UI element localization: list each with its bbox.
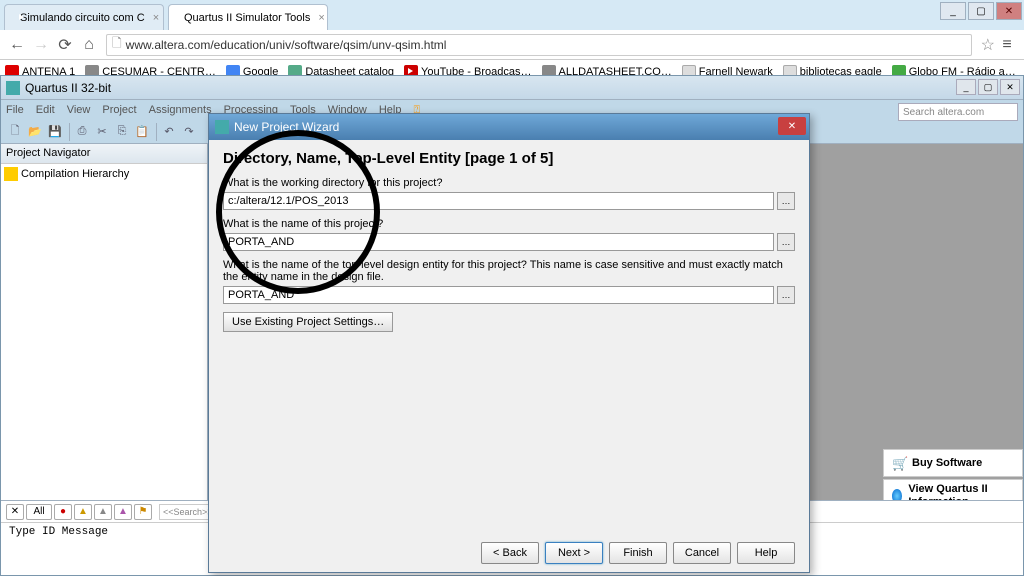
browser-tab-youtube[interactable]: Simulando circuito com C × bbox=[4, 4, 164, 30]
browser-tabstrip: Simulando circuito com C × Quartus II Si… bbox=[0, 0, 1024, 30]
menu-edit[interactable]: Edit bbox=[36, 104, 55, 116]
separator bbox=[156, 123, 157, 141]
use-existing-settings-button[interactable]: Use Existing Project Settings… bbox=[223, 312, 393, 332]
cancel-button[interactable]: Cancel bbox=[673, 542, 731, 564]
quartus-window-controls: _ ▢ ✕ bbox=[954, 79, 1020, 95]
working-directory-input[interactable] bbox=[223, 192, 774, 210]
info-filter-icon[interactable]: ▲ bbox=[94, 504, 112, 520]
minimize-button[interactable]: _ bbox=[956, 79, 976, 95]
print-icon[interactable]: ⎙ bbox=[73, 123, 91, 141]
wizard-icon bbox=[215, 120, 229, 134]
project-tree[interactable]: Compilation Hierarchy bbox=[1, 164, 207, 555]
browser-tab-quartus[interactable]: Quartus II Simulator Tools × bbox=[168, 4, 328, 30]
help-button[interactable]: Help bbox=[737, 542, 795, 564]
window-title: Quartus II 32-bit bbox=[25, 81, 111, 95]
maximize-button[interactable]: ▢ bbox=[968, 2, 994, 20]
browse-button[interactable]: … bbox=[777, 286, 795, 304]
cut-icon[interactable]: ✂ bbox=[93, 123, 111, 141]
buy-software-button[interactable]: 🛒Buy Software bbox=[883, 449, 1023, 477]
close-button[interactable]: ✕ bbox=[1000, 79, 1020, 95]
back-button[interactable]: ← bbox=[5, 33, 29, 57]
url-input[interactable]: 🗋 www.altera.com/education/univ/software… bbox=[106, 34, 972, 56]
quartus-icon bbox=[6, 81, 20, 95]
working-directory-label: What is the working directory for this p… bbox=[223, 177, 795, 189]
quartus-titlebar: Quartus II 32-bit _ ▢ ✕ bbox=[1, 76, 1023, 100]
filter-icon[interactable]: ▲ bbox=[114, 504, 132, 520]
finish-button[interactable]: Finish bbox=[609, 542, 667, 564]
cart-icon: 🛒 bbox=[892, 456, 906, 470]
project-name-input[interactable] bbox=[223, 233, 774, 251]
warning-filter-icon[interactable]: ▲ bbox=[74, 504, 92, 520]
wizard-footer: < Back Next > Finish Cancel Help bbox=[481, 542, 795, 564]
filter-all-button[interactable]: All bbox=[26, 504, 52, 520]
undo-icon[interactable]: ↶ bbox=[160, 123, 178, 141]
close-button[interactable]: ✕ bbox=[778, 117, 806, 135]
wizard-body: Directory, Name, Top-Level Entity [page … bbox=[209, 140, 809, 342]
close-icon[interactable]: × bbox=[318, 12, 324, 24]
new-project-wizard-dialog: New Project Wizard ✕ Directory, Name, To… bbox=[208, 113, 810, 573]
close-icon[interactable]: × bbox=[153, 12, 159, 24]
address-bar: ← → ⟳ ⌂ 🗋 www.altera.com/education/univ/… bbox=[0, 30, 1024, 60]
close-button[interactable]: ✕ bbox=[996, 2, 1022, 20]
menu-file[interactable]: File bbox=[6, 104, 24, 116]
menu-view[interactable]: View bbox=[67, 104, 91, 116]
close-icon[interactable]: ✕ bbox=[6, 504, 24, 520]
forward-button: → bbox=[29, 33, 53, 57]
menu-assignments[interactable]: Assignments bbox=[149, 104, 212, 116]
page-icon: 🗋 bbox=[112, 34, 122, 55]
tree-item-label: Compilation Hierarchy bbox=[21, 168, 129, 180]
error-filter-icon[interactable]: ● bbox=[54, 504, 72, 520]
top-level-entity-input[interactable] bbox=[223, 286, 774, 304]
project-name-label: What is the name of this project? bbox=[223, 218, 795, 230]
top-level-entity-label: What is the name of the top-level design… bbox=[223, 259, 795, 283]
menu-button[interactable]: ≡ bbox=[995, 33, 1019, 57]
window-controls: _ ▢ ✕ bbox=[938, 2, 1022, 20]
url-text: www.altera.com/education/univ/software/q… bbox=[126, 38, 447, 52]
tab-label: Simulando circuito com C bbox=[20, 12, 145, 24]
next-button[interactable]: Next > bbox=[545, 542, 603, 564]
paste-icon[interactable]: 📋 bbox=[133, 123, 151, 141]
dialog-title: New Project Wizard bbox=[234, 120, 339, 134]
flag-filter-icon[interactable]: ⚑ bbox=[134, 504, 152, 520]
save-icon[interactable]: 💾 bbox=[46, 123, 64, 141]
browse-button[interactable]: … bbox=[777, 233, 795, 251]
search-input[interactable]: Search altera.com bbox=[898, 103, 1018, 121]
back-button[interactable]: < Back bbox=[481, 542, 539, 564]
tree-item[interactable]: Compilation Hierarchy bbox=[4, 167, 204, 181]
minimize-button[interactable]: _ bbox=[940, 2, 966, 20]
redo-icon[interactable]: ↷ bbox=[180, 123, 198, 141]
reload-button[interactable]: ⟳ bbox=[53, 33, 77, 57]
home-button[interactable]: ⌂ bbox=[77, 33, 101, 57]
copy-icon[interactable]: ⎘ bbox=[113, 123, 131, 141]
dialog-titlebar[interactable]: New Project Wizard ✕ bbox=[209, 114, 809, 140]
separator bbox=[69, 123, 70, 141]
warning-icon bbox=[4, 167, 18, 181]
open-file-icon[interactable]: 📂 bbox=[26, 123, 44, 141]
maximize-button[interactable]: ▢ bbox=[978, 79, 998, 95]
panel-title: Project Navigator bbox=[1, 144, 207, 164]
tab-label: Quartus II Simulator Tools bbox=[184, 12, 310, 24]
bookmark-star-icon[interactable]: ☆ bbox=[981, 35, 995, 55]
browse-button[interactable]: … bbox=[777, 192, 795, 210]
new-file-icon[interactable]: 🗋 bbox=[6, 123, 24, 141]
menu-project[interactable]: Project bbox=[102, 104, 136, 116]
page-heading: Directory, Name, Top-Level Entity [page … bbox=[223, 150, 795, 167]
